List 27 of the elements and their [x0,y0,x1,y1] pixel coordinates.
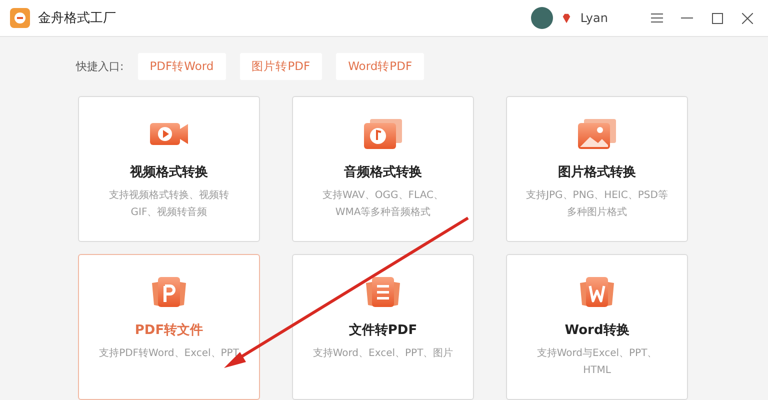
close-icon [742,12,752,24]
card-title: 音频格式转换 [344,164,422,181]
tool-card[interactable]: 图片格式转换 支持JPG、PNG、HEIC、PSD等多种图片格式 [506,96,688,242]
tool-card[interactable]: 音频格式转换 支持WAV、OGG、FLAC、WMA等多种音频格式 [292,96,474,242]
user-name[interactable]: Lyan [580,11,608,25]
window-title: 金舟格式工厂 [38,10,116,27]
diamond-icon [561,12,572,24]
card-description: 支持Word与Excel、PPT、HTML [536,346,658,378]
minimize-icon [681,17,693,19]
maximize-icon [712,12,722,24]
user-avatar[interactable] [531,7,554,29]
card-title: 视频格式转换 [130,164,208,181]
card-title: Word转换 [564,322,630,339]
card-description: 支持视频格式转换、视频转GIF、视频转音频 [108,188,230,220]
tool-card[interactable]: 视频格式转换 支持视频格式转换、视频转GIF、视频转音频 [78,96,260,242]
app-logo-icon [10,8,30,28]
card-description: 支持Word、Excel、PPT、图片 [312,346,454,361]
card-title: 文件转PDF [348,322,418,339]
tool-card[interactable]: Word转换 支持Word与Excel、PPT、HTML [506,254,688,400]
card-title: PDF转文件 [134,322,204,339]
shortcuts-label: 快捷入口: [76,59,124,74]
card-description: 支持WAV、OGG、FLAC、WMA等多种音频格式 [322,188,444,220]
menu-icon [651,13,663,23]
card-description: 支持JPG、PNG、HEIC、PSD等多种图片格式 [525,188,669,220]
tool-card[interactable]: 文件转PDF 支持Word、Excel、PPT、图片 [292,254,474,400]
card-description: 支持PDF转Word、Excel、PPT [98,346,240,361]
card-title: 图片格式转换 [558,164,636,181]
